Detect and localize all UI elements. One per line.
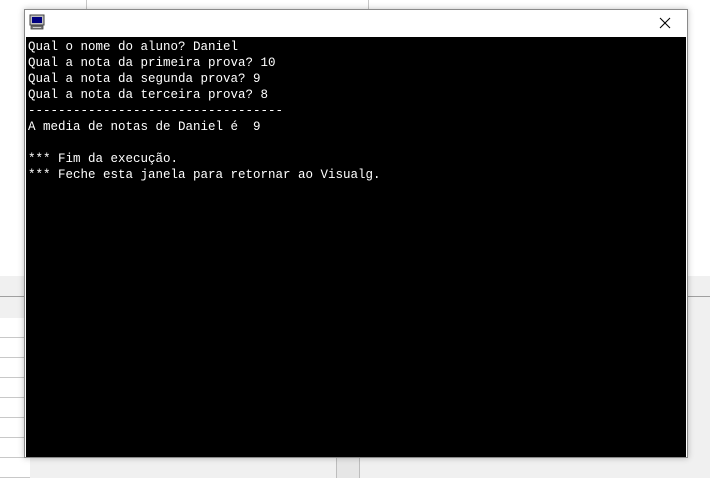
console-line: *** Fim da execução. (28, 152, 179, 166)
title-bar[interactable] (25, 10, 687, 36)
console-window: Qual o nome do aluno? Daniel Qual a nota… (24, 9, 688, 458)
console-output[interactable]: Qual o nome do aluno? Daniel Qual a nota… (26, 37, 686, 457)
close-icon (659, 17, 671, 29)
console-line: Qual o nome do aluno? Daniel (28, 40, 239, 54)
close-button[interactable] (643, 10, 687, 36)
console-line: *** Feche esta janela para retornar ao V… (28, 168, 381, 182)
console-separator: ---------------------------------- (28, 104, 284, 118)
console-line: A media de notas de Daniel é 9 (28, 120, 261, 134)
console-line: Qual a nota da segunda prova? 9 (28, 72, 261, 86)
console-line: Qual a nota da primeira prova? 10 (28, 56, 276, 70)
screen: Qual o nome do aluno? Daniel Qual a nota… (0, 0, 710, 478)
background-scrollbar[interactable] (336, 458, 360, 478)
console-line: Qual a nota da terceira prova? 8 (28, 88, 269, 102)
console-app-icon[interactable] (29, 14, 45, 30)
